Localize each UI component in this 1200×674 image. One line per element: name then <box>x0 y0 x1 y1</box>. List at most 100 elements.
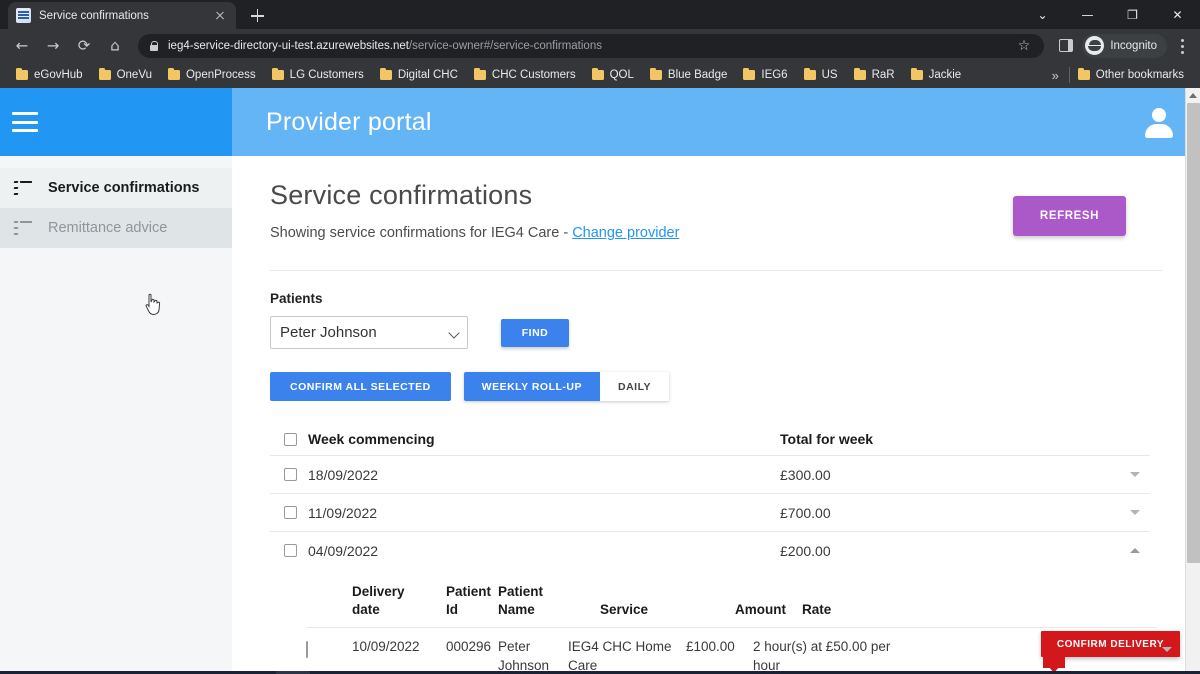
row-expand-chevron-icon[interactable] <box>1162 650 1172 669</box>
bookmark-label: QOL <box>610 69 634 81</box>
cell-week-commencing: 04/09/2022 <box>308 543 780 559</box>
reload-button[interactable]: ⟳ <box>70 32 98 60</box>
folder-icon <box>168 70 180 80</box>
cell-total-for-week: £300.00 <box>780 467 1120 483</box>
confirm-all-selected-button[interactable]: CONFIRM ALL SELECTED <box>270 372 451 401</box>
url-host: ieg4-service-directory-ui-test.azurewebs… <box>168 40 409 52</box>
deliveries-table-header: Delivery date Patient Id Patient Name <box>306 583 1158 627</box>
chevron-up-icon <box>1189 93 1197 98</box>
row-checkbox[interactable] <box>284 544 297 557</box>
row-select-cell <box>270 544 308 557</box>
column-service: Service <box>600 601 735 619</box>
cell-week-commencing: 18/09/2022 <box>308 467 780 483</box>
folder-icon <box>99 70 111 80</box>
row-select-cell <box>270 506 308 519</box>
bookmarks-overflow-button[interactable]: » <box>1042 68 1069 83</box>
bookmark-item[interactable]: QOL <box>584 64 642 86</box>
refresh-button[interactable]: REFRESH <box>1013 196 1126 236</box>
bookmark-item[interactable]: OpenProcess <box>160 64 264 86</box>
patient-filter-row: Peter Johnson FIND <box>270 316 1162 349</box>
user-avatar-icon[interactable] <box>1142 105 1176 139</box>
bookmark-item[interactable]: Digital CHC <box>372 64 466 86</box>
sidebar-item-remittance-advice[interactable]: Remittance advice <box>0 208 232 248</box>
bookmark-item[interactable]: Blue Badge <box>642 64 735 86</box>
column-delivery-date: Delivery date <box>352 583 446 619</box>
bookmark-label: OpenProcess <box>186 69 256 81</box>
close-tab-icon[interactable] <box>212 8 228 24</box>
sidebar-item-service-confirmations[interactable]: Service confirmations <box>0 168 232 208</box>
page-scrollbar[interactable] <box>1185 88 1200 671</box>
change-provider-link[interactable]: Change provider <box>572 225 679 241</box>
chrome-minimize-chevron-icon[interactable]: ⌄ <box>1020 0 1065 29</box>
screen: Service confirmations ⌄ — ❐ ✕ ← → ⟳ ⌂ ie… <box>0 0 1200 674</box>
window-close-button[interactable]: ✕ <box>1155 0 1200 29</box>
bookmark-star-icon[interactable]: ☆ <box>1018 38 1031 54</box>
tab-weekly-rollup[interactable]: WEEKLY ROLL-UP <box>464 372 600 401</box>
bookmark-item[interactable]: OneVu <box>91 64 160 86</box>
patient-select[interactable]: Peter Johnson <box>270 316 468 349</box>
address-bar[interactable]: ieg4-service-directory-ui-test.azurewebs… <box>138 34 1044 58</box>
cell-patient-name: Peter Johnson <box>498 637 568 671</box>
window-maximize-button[interactable]: ❐ <box>1110 0 1155 29</box>
tab-daily[interactable]: DAILY <box>600 372 669 401</box>
select-all-checkbox[interactable] <box>284 433 297 446</box>
patients-label: Patients <box>270 291 1162 306</box>
section-divider <box>270 270 1162 271</box>
sub-select-all-cell <box>306 616 352 619</box>
collapse-row-button[interactable] <box>1120 548 1150 553</box>
table-row[interactable]: 10/09/2022 000296 Peter Johnson IEG4 CHC… <box>306 627 1158 671</box>
browser-toolbar: ← → ⟳ ⌂ ieg4-service-directory-ui-test.a… <box>0 29 1200 62</box>
window-minimize-button[interactable]: — <box>1065 0 1110 29</box>
bookmark-item[interactable]: US <box>796 64 846 86</box>
page-viewport: Provider portal Service confirmations Re… <box>0 88 1200 671</box>
scroll-down-button[interactable] <box>1186 656 1200 671</box>
browser-menu-icon[interactable] <box>1172 34 1192 58</box>
new-tab-button[interactable] <box>243 2 271 29</box>
scrollbar-thumb[interactable] <box>1187 103 1200 563</box>
table-row[interactable]: 11/09/2022 £700.00 <box>270 493 1150 531</box>
bookmark-item[interactable]: IEG6 <box>735 64 795 86</box>
bookmark-label: RaR <box>872 69 895 81</box>
other-bookmarks-label: Other bookmarks <box>1096 69 1184 81</box>
row-checkbox[interactable] <box>284 468 297 481</box>
bookmark-item[interactable]: CHC Customers <box>466 64 584 86</box>
cell-total-for-week: £200.00 <box>780 543 1120 559</box>
cell-week-commencing: 11/09/2022 <box>308 505 780 521</box>
scroll-up-button[interactable] <box>1186 88 1200 103</box>
side-panel-icon[interactable] <box>1059 39 1073 52</box>
bookmark-item[interactable]: Jackie <box>903 64 970 86</box>
find-button[interactable]: FIND <box>501 319 569 347</box>
bookmark-item[interactable]: eGovHub <box>8 64 91 86</box>
bookmark-item[interactable]: RaR <box>846 64 903 86</box>
list-icon <box>14 181 32 195</box>
other-bookmarks-button[interactable]: Other bookmarks <box>1070 64 1192 86</box>
table-row[interactable]: 04/09/2022 £200.00 <box>270 531 1150 569</box>
app-header: Provider portal <box>0 88 1200 156</box>
bookmark-label: Jackie <box>929 69 962 81</box>
popover-tail <box>1043 656 1065 668</box>
bookmark-item[interactable]: LG Customers <box>264 64 372 86</box>
column-amount: Amount <box>735 601 802 619</box>
hamburger-menu-icon[interactable] <box>12 112 38 132</box>
back-button[interactable]: ← <box>8 32 36 60</box>
expand-row-button[interactable] <box>1120 510 1150 515</box>
cell-service: IEG4 CHC Home Care <box>568 637 686 671</box>
confirm-delivery-popover: CONFIRM DELIVERY <box>1041 631 1180 657</box>
folder-icon <box>650 70 662 80</box>
table-row[interactable]: 18/09/2022 £300.00 <box>270 455 1150 493</box>
app-header-right: Provider portal <box>232 88 1200 156</box>
expand-row-button[interactable] <box>1120 472 1150 477</box>
column-patient-id: Patient Id <box>446 583 498 619</box>
profile-label: Incognito <box>1110 40 1157 52</box>
window-controls: ⌄ — ❐ ✕ <box>1020 0 1200 29</box>
row-checkbox[interactable] <box>306 641 308 658</box>
bookmarks-right-group: » Other bookmarks <box>1042 64 1192 86</box>
profile-incognito-button[interactable]: Incognito <box>1082 34 1167 58</box>
home-button[interactable]: ⌂ <box>101 32 129 60</box>
browser-tab[interactable]: Service confirmations <box>8 2 236 29</box>
folder-icon <box>804 70 816 80</box>
row-checkbox[interactable] <box>284 506 297 519</box>
forward-button[interactable]: → <box>39 32 67 60</box>
folder-icon <box>1078 70 1090 80</box>
confirm-delivery-button[interactable]: CONFIRM DELIVERY <box>1041 631 1180 657</box>
